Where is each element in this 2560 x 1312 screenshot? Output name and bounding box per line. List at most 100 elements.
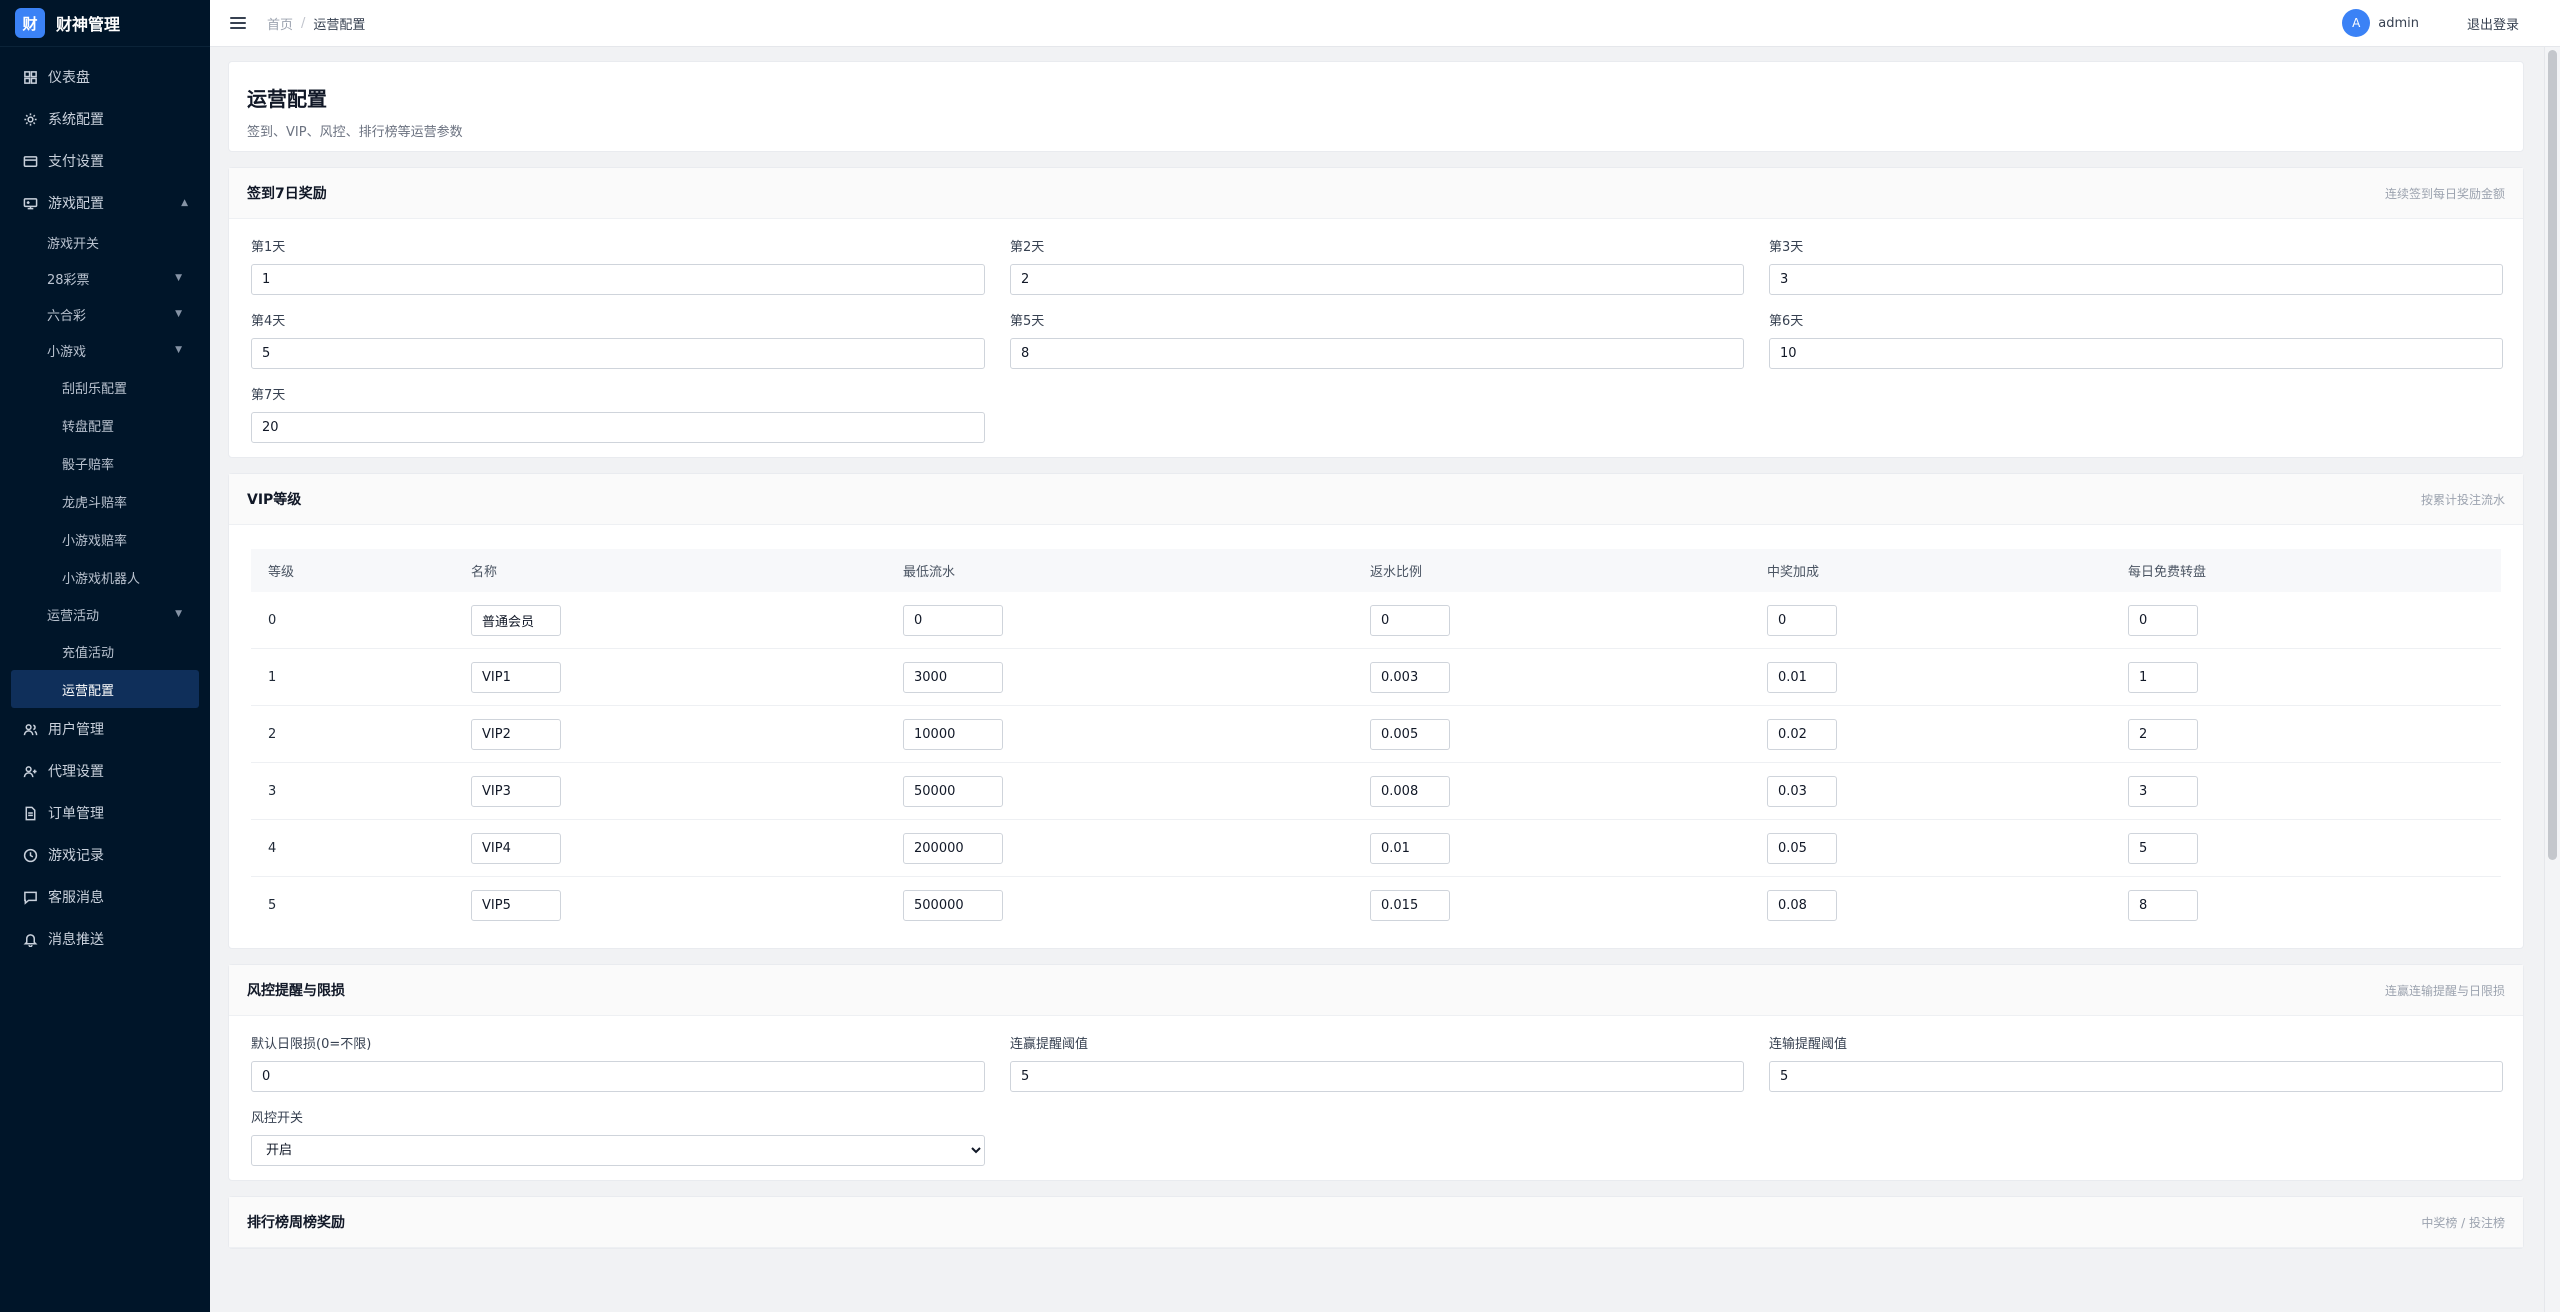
sidebar-item-dashboard[interactable]: 仪表盘 (0, 56, 210, 98)
column-header-name: 名称 (471, 565, 498, 580)
signin-day-6-input[interactable] (1769, 338, 2503, 369)
vip-spins-input[interactable] (2128, 832, 2198, 864)
column-header-bonus: 中奖加成 (1767, 565, 1820, 580)
sidebar-sub-dice[interactable]: 骰子赔率 (0, 444, 210, 482)
sidebar-sub-dragon-tiger[interactable]: 龙虎斗赔率 (0, 482, 210, 520)
sidebar-sub-minigame-odds[interactable]: 小游戏赔率 (0, 520, 210, 558)
avatar[interactable]: A (2342, 9, 2371, 37)
signin-day-1: 第1天 (251, 236, 985, 295)
vip-name-input[interactable] (471, 832, 561, 864)
sidebar-item-users[interactable]: 用户管理 (0, 708, 210, 750)
vip-name-input[interactable] (471, 718, 561, 750)
scrollbar-thumb[interactable] (2548, 50, 2557, 860)
vip-bonus-input[interactable] (1767, 890, 1837, 921)
win-streak-input[interactable] (1010, 1061, 1744, 1092)
sidebar-item-game-config[interactable]: 游戏配置 ▲ (0, 182, 210, 224)
field-label: 第7天 (251, 388, 286, 403)
sidebar-item-orders[interactable]: 订单管理 (0, 792, 210, 834)
sidebar-sub-ops-config[interactable]: 运营配置 (11, 670, 199, 708)
vip-rebate-input[interactable] (1370, 661, 1450, 693)
sidebar-sub-liuhecai[interactable]: 六合彩 ▼ (0, 296, 210, 332)
risk-switch-field: 风控开关 开启 (251, 1107, 985, 1166)
vip-min-flow-input[interactable] (903, 832, 1003, 864)
sidebar-item-label: 游戏记录 (48, 848, 104, 864)
vip-rebate-input[interactable] (1370, 890, 1450, 921)
vip-spins-input[interactable] (2128, 890, 2198, 921)
vip-level: 2 (268, 726, 277, 742)
signin-day-7-input[interactable] (251, 412, 985, 443)
signin-day-5-input[interactable] (1010, 338, 1744, 369)
page-description: 签到、VIP、风控、排行榜等运营参数 (247, 125, 463, 140)
sidebar-sub-scratch[interactable]: 刮刮乐配置 (0, 368, 210, 406)
sidebar-item-agent[interactable]: 代理设置 (0, 750, 210, 792)
vip-rebate-input[interactable] (1370, 832, 1450, 864)
vip-spins-input[interactable] (2128, 775, 2198, 807)
vip-name-input[interactable] (471, 775, 561, 807)
signin-day-3-input[interactable] (1769, 264, 2503, 295)
logout-link[interactable]: 退出登录 (2467, 14, 2519, 33)
field-label: 第5天 (1010, 314, 1045, 329)
page-scrollbar[interactable] (2544, 47, 2560, 1312)
sidebar-item-push[interactable]: 消息推送 (0, 918, 210, 960)
sidebar-sub-lottery28[interactable]: 28彩票 ▼ (0, 260, 210, 296)
sidebar-sub-minigame[interactable]: 小游戏 ▼ (0, 332, 210, 368)
vip-min-flow-input[interactable] (903, 661, 1003, 693)
vip-bonus-input[interactable] (1767, 832, 1837, 864)
vip-spins-input[interactable] (2128, 604, 2198, 636)
gear-icon (22, 111, 38, 127)
sidebar-item-support-messages[interactable]: 客服消息 (0, 876, 210, 918)
vip-min-flow-input[interactable] (903, 890, 1003, 921)
section-header: VIP等级 按累计投注流水 (229, 474, 2523, 525)
vip-bonus-input[interactable] (1767, 604, 1837, 636)
field-label: 第4天 (251, 314, 286, 329)
field-label: 第1天 (251, 240, 286, 255)
sidebar-sub-label: 游戏开关 (47, 236, 100, 252)
menu-toggle-icon[interactable] (230, 17, 246, 29)
sidebar-item-game-records[interactable]: 游戏记录 (0, 834, 210, 876)
section-hint: 按累计投注流水 (2420, 492, 2505, 507)
sidebar-sub-wheel[interactable]: 转盘配置 (0, 406, 210, 444)
vip-name-input[interactable] (471, 890, 561, 921)
vip-rebate-input[interactable] (1370, 775, 1450, 807)
table-row: 1 (251, 649, 2501, 706)
risk-switch-select[interactable]: 开启 (251, 1135, 985, 1166)
vip-name-input[interactable] (471, 604, 561, 636)
daily-loss-limit-input[interactable] (251, 1061, 985, 1092)
signin-day-2-input[interactable] (1010, 264, 1744, 295)
vip-min-flow-input[interactable] (903, 775, 1003, 807)
sidebar-item-system-config[interactable]: 系统配置 (0, 98, 210, 140)
vip-spins-input[interactable] (2128, 661, 2198, 693)
sidebar-item-payment[interactable]: 支付设置 (0, 140, 210, 182)
risk-fields: 默认日限损(0=不限) 连赢提醒阈值 连输提醒阈值 风控开关 开启 (229, 1016, 2523, 1180)
vip-spins-input[interactable] (2128, 718, 2198, 750)
brand[interactable]: 财 财神管理 (0, 0, 210, 47)
breadcrumb-home[interactable]: 首页 (267, 14, 293, 33)
signin-day-1-input[interactable] (251, 264, 985, 295)
page-header-card: 运营配置 签到、VIP、风控、排行榜等运营参数 (228, 61, 2524, 152)
sidebar-sub-recharge-activity[interactable]: 充值活动 (0, 632, 210, 670)
lose-streak-input[interactable] (1769, 1061, 2503, 1092)
sidebar-sub-label: 小游戏赔率 (62, 533, 128, 549)
sidebar-sub-activity[interactable]: 运营活动 ▼ (0, 596, 210, 632)
signin-day-4-input[interactable] (251, 338, 985, 369)
sidebar-sub-label: 小游戏机器人 (62, 571, 141, 587)
vip-bonus-input[interactable] (1767, 718, 1837, 750)
table-row: 2 (251, 706, 2501, 763)
vip-level: 0 (268, 612, 277, 628)
vip-rebate-input[interactable] (1370, 604, 1450, 636)
vip-bonus-input[interactable] (1767, 775, 1837, 807)
vip-min-flow-input[interactable] (903, 604, 1003, 636)
field-label: 第2天 (1010, 240, 1045, 255)
vip-name-input[interactable] (471, 661, 561, 693)
sidebar-sub-minigame-robot[interactable]: 小游戏机器人 (0, 558, 210, 596)
field-label: 连赢提醒阈值 (1010, 1037, 1089, 1052)
vip-min-flow-input[interactable] (903, 718, 1003, 750)
section-title: 排行榜周榜奖励 (247, 1215, 345, 1231)
vip-rebate-input[interactable] (1370, 718, 1450, 750)
section-header: 排行榜周榜奖励 中奖榜 / 投注榜 (229, 1197, 2523, 1248)
vip-bonus-input[interactable] (1767, 661, 1837, 693)
table-row: 5 (251, 877, 2501, 934)
sidebar-sub-game-switch[interactable]: 游戏开关 (0, 224, 210, 260)
sidebar-item-label: 消息推送 (48, 932, 104, 948)
lose-streak-field: 连输提醒阈值 (1769, 1033, 2503, 1092)
